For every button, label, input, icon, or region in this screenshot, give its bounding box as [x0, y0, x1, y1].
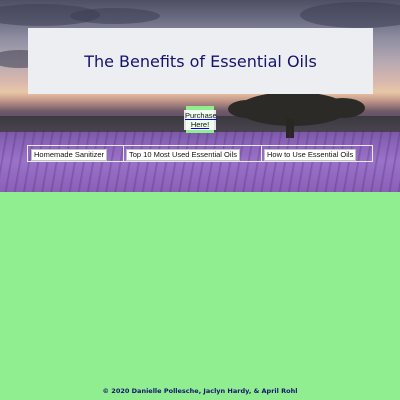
- footer-copyright: © 2020 Danielle Pollesche, Jaclyn Hardy,…: [102, 387, 298, 395]
- nav-link-how-to-use[interactable]: How to Use Essential Oils: [264, 149, 357, 161]
- sky-cloud: [70, 8, 160, 24]
- nav-bar: Homemade Sanitizer Top 10 Most Used Esse…: [27, 145, 373, 162]
- nav-link-homemade-sanitizer[interactable]: Homemade Sanitizer: [31, 149, 108, 161]
- tree-canopy: [320, 98, 365, 118]
- purchase-button-label: Purchase Here!: [184, 109, 217, 130]
- title-panel: The Benefits of Essential Oils: [28, 28, 373, 94]
- nav-divider: [123, 146, 124, 161]
- purchase-button[interactable]: Purchase Here!: [184, 106, 217, 133]
- nav-link-top-10-oils[interactable]: Top 10 Most Used Essential Oils: [126, 149, 240, 161]
- tree-canopy: [228, 100, 268, 118]
- sky-cloud: [300, 2, 400, 28]
- page-title: The Benefits of Essential Oils: [84, 51, 317, 71]
- nav-divider: [261, 146, 262, 161]
